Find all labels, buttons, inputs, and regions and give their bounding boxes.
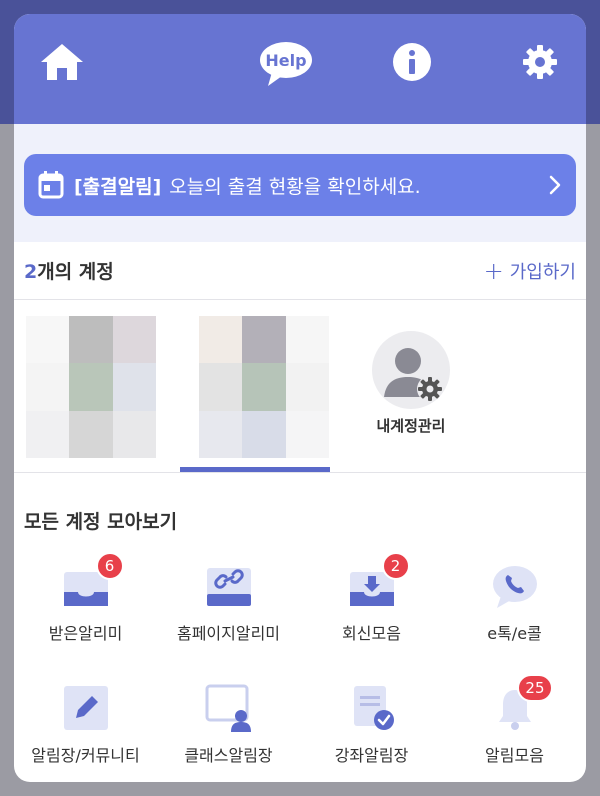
attendance-tag: [출결알림] (74, 175, 162, 198)
account-count-number: 2 (24, 261, 38, 283)
course-check-icon (348, 684, 396, 732)
account-count: 2개의 계정 (24, 257, 114, 284)
inbox-icon: 6 (62, 552, 124, 610)
pencil-icon (62, 684, 110, 732)
badge-replies: 2 (381, 552, 410, 580)
section-title: 모든 계정 모아보기 (24, 511, 178, 533)
menu-item-notifications[interactable]: 25 알림모음 (443, 674, 586, 766)
gear-icon[interactable] (518, 40, 562, 84)
account-list: 내계정관리 (14, 301, 586, 473)
menu-label: 알림장/커뮤니티 (31, 746, 140, 765)
phone-chat-icon (491, 562, 539, 610)
help-label: Help (265, 51, 306, 70)
menu-item-class[interactable]: 클래스알림장 (157, 684, 300, 766)
menu-item-homepage[interactable]: 홈페이지알리미 (157, 562, 300, 644)
badge-inbox: 6 (95, 552, 124, 580)
account-panel: Help [출결알림] 오늘의 출결 현황을 확인하세요. 2개의 계정 + 가… (14, 14, 586, 782)
badge-notifications: 25 (517, 674, 553, 702)
link-icon (205, 562, 253, 610)
home-icon[interactable] (38, 40, 86, 84)
info-icon[interactable] (390, 40, 434, 84)
help-icon[interactable]: Help (258, 40, 314, 88)
join-button[interactable]: + 가입하기 (484, 258, 576, 284)
account-count-text: 개의 계정 (37, 261, 114, 283)
calendar-icon (38, 171, 66, 199)
account-avatar-2[interactable] (199, 316, 329, 458)
menu-label: e톡/e콜 (487, 624, 542, 643)
menu-label: 강좌알림장 (334, 746, 409, 765)
menu-label: 홈페이지알리미 (176, 624, 281, 643)
join-label: 가입하기 (509, 261, 576, 283)
menu-item-inbox[interactable]: 6 받은알리미 (14, 552, 157, 644)
chevron-right-icon (549, 175, 561, 195)
user-settings-icon (372, 331, 450, 409)
menu-label: 받은알리미 (48, 624, 123, 643)
menu-label: 클래스알림장 (184, 746, 273, 765)
menu-label: 알림모음 (485, 746, 544, 765)
my-account-manage[interactable]: 내계정관리 (366, 331, 456, 436)
my-account-label: 내계정관리 (376, 417, 446, 435)
menu-item-etalk[interactable]: e톡/e콜 (443, 562, 586, 644)
top-bar: Help (14, 14, 586, 124)
selected-account-indicator (180, 467, 330, 472)
menu-item-course[interactable]: 강좌알림장 (300, 684, 443, 766)
account-avatar-1[interactable] (26, 316, 156, 458)
attendance-message: 오늘의 출결 현황을 확인하세요. (169, 175, 421, 198)
class-icon (205, 684, 253, 732)
plus-icon: + (483, 256, 504, 285)
menu-label: 회신모음 (342, 624, 401, 643)
attendance-banner[interactable]: [출결알림] 오늘의 출결 현황을 확인하세요. (24, 154, 576, 216)
reply-icon: 2 (348, 552, 410, 610)
accounts-header: 2개의 계정 + 가입하기 (14, 242, 586, 300)
bell-icon: 25 (491, 674, 553, 732)
menu-item-community[interactable]: 알림장/커뮤니티 (14, 684, 157, 766)
menu-item-replies[interactable]: 2 회신모음 (300, 552, 443, 644)
